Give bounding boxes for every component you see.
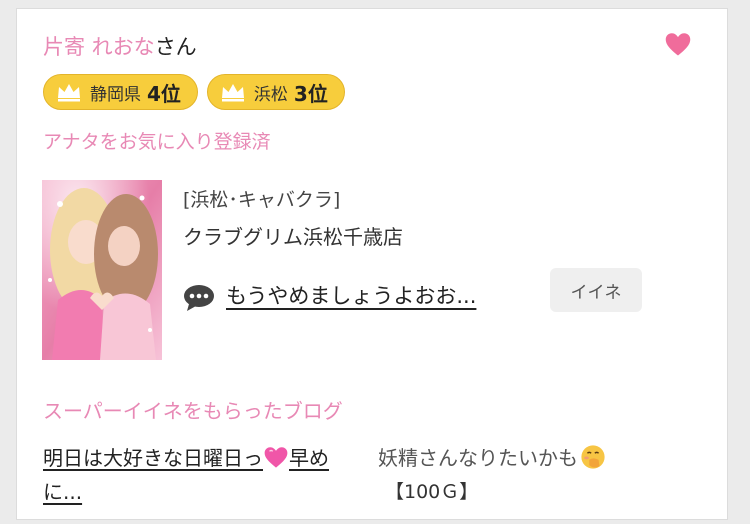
ranking-region: 静岡県 xyxy=(90,84,141,105)
speech-bubble-icon xyxy=(184,285,214,311)
cast-photo[interactable] xyxy=(42,180,162,360)
crown-icon xyxy=(58,84,80,102)
blog-author-name: 妖精さんなりたいかも xyxy=(378,446,578,470)
ranking-badge-area[interactable]: 浜松 3位 xyxy=(206,74,345,110)
pink-heart-icon xyxy=(264,447,288,468)
shop-category: [浜松･キャバクラ] xyxy=(183,189,341,211)
cast-name[interactable]: 片寄 れおなさん xyxy=(43,31,197,61)
like-button[interactable]: イイネ xyxy=(550,268,642,312)
blog-author: 妖精さんなりたいかも xyxy=(378,441,606,475)
ranking-region: 浜松 xyxy=(253,84,288,105)
ranking-position: 3位 xyxy=(293,81,328,106)
blog-title-part1: 明日は大好きな日曜日っ xyxy=(43,446,263,470)
heart-icon[interactable] xyxy=(664,31,692,59)
cast-name-main: 片寄 れおな xyxy=(43,35,155,59)
ranking-position: 4位 xyxy=(147,81,181,106)
ranking-badge-prefecture[interactable]: 静岡県 4位 xyxy=(43,74,198,110)
cast-card: 片寄 れおなさん 静岡県 4位 浜松 3位 アナタをお気に入り登録済 [浜松･キ… xyxy=(16,8,728,520)
ranking-badges: 静岡県 4位 浜松 3位 xyxy=(43,74,345,110)
shop-name[interactable]: クラブグリム浜松千歳店 xyxy=(183,221,403,250)
favorite-status: アナタをお気に入り登録済 xyxy=(43,131,271,153)
blog-price: 【100Ｇ】 xyxy=(385,481,479,503)
super-iine-heading: スーパーイイネをもらったブログ xyxy=(43,399,343,423)
crown-icon xyxy=(221,84,244,102)
blog-title-link[interactable]: 明日は大好きな日曜日っ 早めに... xyxy=(43,441,368,509)
latest-comment-link[interactable]: もうやめましょうよおお... xyxy=(226,280,476,310)
hand-over-mouth-emoji-icon xyxy=(581,445,605,469)
cast-name-suffix: さん xyxy=(154,35,197,59)
